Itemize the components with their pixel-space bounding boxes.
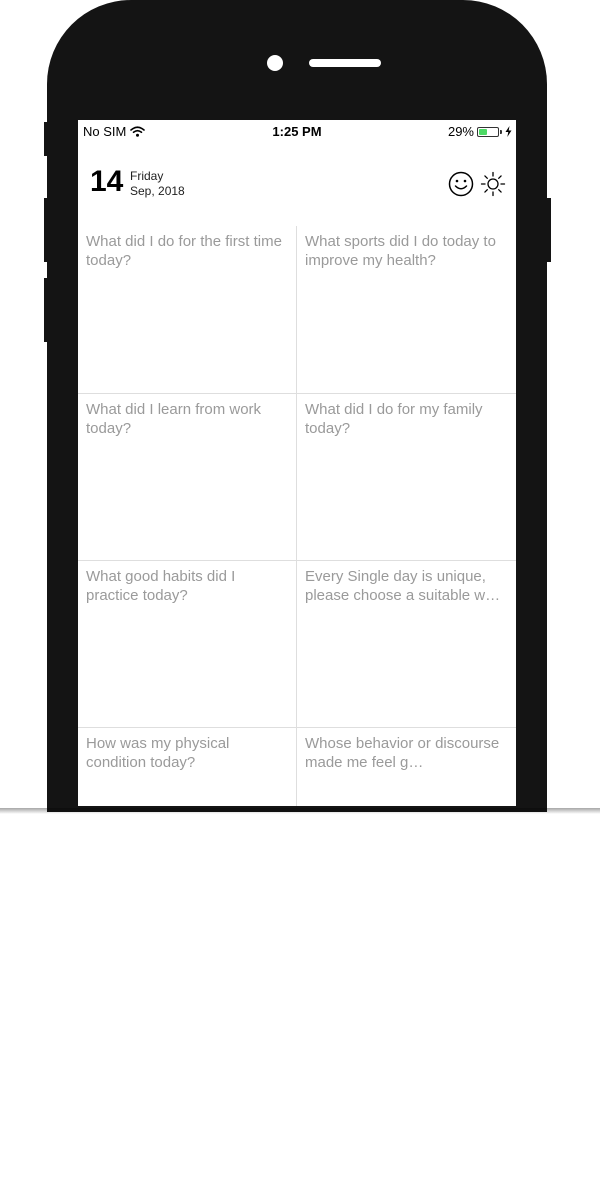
stage: No SIM 1:25 PM 29% 14 Friday Sep, 2018 W…	[0, 0, 600, 1189]
prompt-cell-behavior-discourse[interactable]: Whose behavior or discourse made me feel…	[297, 727, 516, 806]
prompt-text: What did I do for my family today?	[305, 401, 483, 437]
volume-down-button	[44, 278, 48, 342]
prompt-cell-unique-day[interactable]: Every Single day is unique, please choos…	[297, 560, 516, 727]
journal-prompt-grid: What did I do for the first time today? …	[78, 226, 516, 806]
prompt-text: Every Single day is unique, please choos…	[305, 568, 501, 604]
battery-icon	[477, 126, 499, 137]
prompt-text: What sports did I do today to improve my…	[305, 233, 496, 269]
prompt-cell-good-habits[interactable]: What good habits did I practice today?	[78, 560, 297, 727]
prompt-cell-physical-condition[interactable]: How was my physical condition today?	[78, 727, 297, 806]
status-right: 29%	[448, 124, 512, 139]
prompt-text: What did I learn from work today?	[86, 401, 262, 437]
prompt-cell-sports[interactable]: What sports did I do today to improve my…	[297, 226, 516, 393]
volume-up-button	[44, 198, 48, 262]
prompt-cell-first-time[interactable]: What did I do for the first time today?	[78, 226, 297, 393]
battery-cap	[500, 129, 502, 134]
charging-bolt-icon	[505, 126, 512, 137]
sun-icon[interactable]	[480, 171, 506, 197]
day-number: 14	[90, 165, 124, 198]
status-bar: No SIM 1:25 PM 29%	[78, 120, 516, 142]
month-year-label: Sep, 2018	[130, 184, 185, 198]
battery-percent: 29%	[447, 124, 474, 139]
power-button	[547, 198, 551, 262]
front-camera	[267, 55, 283, 71]
smiley-face-icon[interactable]	[448, 171, 474, 197]
prompt-text: What good habits did I practice today?	[86, 568, 236, 604]
prompt-text: How was my physical condition today?	[86, 735, 230, 771]
weekday-label: Friday	[130, 169, 164, 183]
date-header: 14 Friday Sep, 2018	[78, 160, 516, 212]
phone-shadow	[0, 808, 600, 814]
mute-switch	[44, 122, 48, 156]
prompt-cell-learn-from-work[interactable]: What did I learn from work today?	[78, 393, 297, 560]
prompt-text: What did I do for the first time today?	[86, 233, 282, 269]
prompt-cell-family[interactable]: What did I do for my family today?	[297, 393, 516, 560]
prompt-text: Whose behavior or discourse made me feel…	[305, 735, 500, 771]
app-screen: No SIM 1:25 PM 29% 14 Friday Sep, 2018 W…	[78, 120, 516, 806]
battery-level-fill	[479, 128, 487, 135]
earpiece-speaker	[309, 59, 381, 67]
